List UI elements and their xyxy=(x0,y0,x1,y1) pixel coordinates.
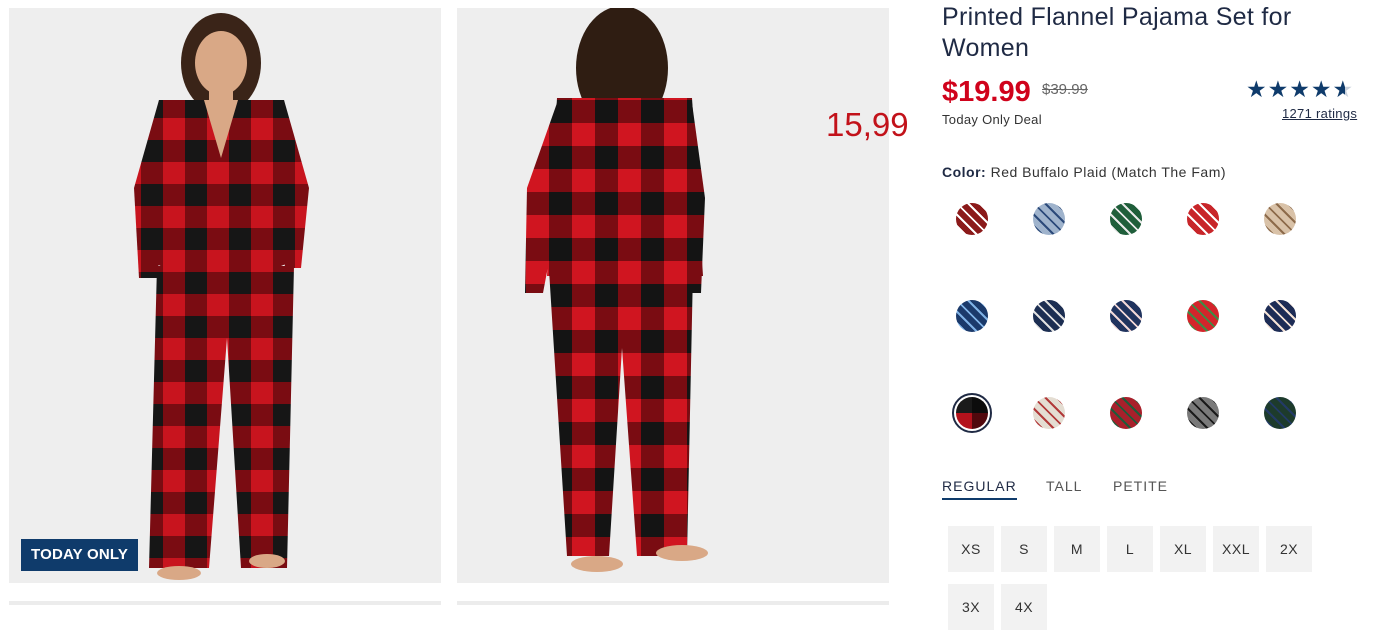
color-label-key: Color: xyxy=(942,164,987,180)
size-option-4x[interactable]: 4X xyxy=(1001,584,1047,630)
overlay-price-note: 15,99 xyxy=(826,106,909,143)
selected-swatch-ring xyxy=(952,393,992,433)
color-swatch-blue-plaid[interactable] xyxy=(1033,203,1065,235)
color-swatch-green-navy-tartan[interactable] xyxy=(1264,397,1296,429)
size-option-l[interactable]: L xyxy=(1107,526,1153,572)
size-option-m[interactable]: M xyxy=(1054,526,1100,572)
color-swatch-navy-gnome[interactable] xyxy=(1110,300,1142,332)
product-image-front[interactable]: TODAY ONLY xyxy=(9,8,441,583)
product-image-back[interactable] xyxy=(457,8,889,583)
color-swatch-grey-black-check[interactable] xyxy=(1187,397,1219,429)
star-icon: ★ xyxy=(1289,76,1310,102)
color-label: Color: Red Buffalo Plaid (Match The Fam) xyxy=(942,164,1226,180)
half-star-icon: ★ xyxy=(1332,76,1354,102)
sale-price: $19.99 xyxy=(942,76,1031,108)
star-icon: ★ xyxy=(1310,76,1332,102)
rating-stars[interactable]: ★ ★ ★ ★ ★ xyxy=(1246,78,1353,101)
product-title: Printed Flannel Pajama Set for Women xyxy=(942,3,1292,62)
ratings-link[interactable]: 1271 ratings xyxy=(1282,106,1357,121)
tab-tall[interactable]: TALL xyxy=(1046,478,1082,494)
size-option-xxl[interactable]: XXL xyxy=(1213,526,1259,572)
color-swatch-red-fairisle[interactable] xyxy=(1187,203,1219,235)
color-swatch-green-print[interactable] xyxy=(1110,203,1142,235)
front-pajama-illustration xyxy=(134,13,309,580)
size-option-xl[interactable]: XL xyxy=(1160,526,1206,572)
tab-regular[interactable]: REGULAR xyxy=(942,478,1017,500)
size-option-s[interactable]: S xyxy=(1001,526,1047,572)
color-swatch-navy-santa[interactable] xyxy=(1033,300,1065,332)
color-swatch-red-tree[interactable] xyxy=(1187,300,1219,332)
next-image-strip-left xyxy=(9,601,441,605)
size-option-3x[interactable]: 3X xyxy=(948,584,994,630)
today-only-badge: TODAY ONLY xyxy=(21,539,139,571)
star-icon: ★ xyxy=(1267,76,1289,102)
star-icon: ★ xyxy=(1246,76,1267,102)
color-swatch-tan-plaid[interactable] xyxy=(1264,203,1296,235)
next-image-strip-right xyxy=(457,601,889,605)
size-option-xs[interactable]: XS xyxy=(948,526,994,572)
back-pajama-illustration xyxy=(525,8,708,572)
color-swatch-cream-red-plaid[interactable] xyxy=(1033,397,1065,429)
color-swatch-red-green-tartan[interactable] xyxy=(1110,397,1142,429)
color-swatch-navy-santa-face[interactable] xyxy=(1264,300,1296,332)
color-swatch-blue-print[interactable] xyxy=(956,300,988,332)
original-price: $39.99 xyxy=(1042,81,1088,98)
tab-petite[interactable]: PETITE xyxy=(1113,478,1168,494)
color-swatch-red-holiday-print[interactable] xyxy=(956,203,988,235)
selected-color-name: Red Buffalo Plaid (Match The Fam) xyxy=(990,164,1227,180)
deal-label: Today Only Deal xyxy=(942,112,1042,127)
size-option-2x[interactable]: 2X xyxy=(1266,526,1312,572)
